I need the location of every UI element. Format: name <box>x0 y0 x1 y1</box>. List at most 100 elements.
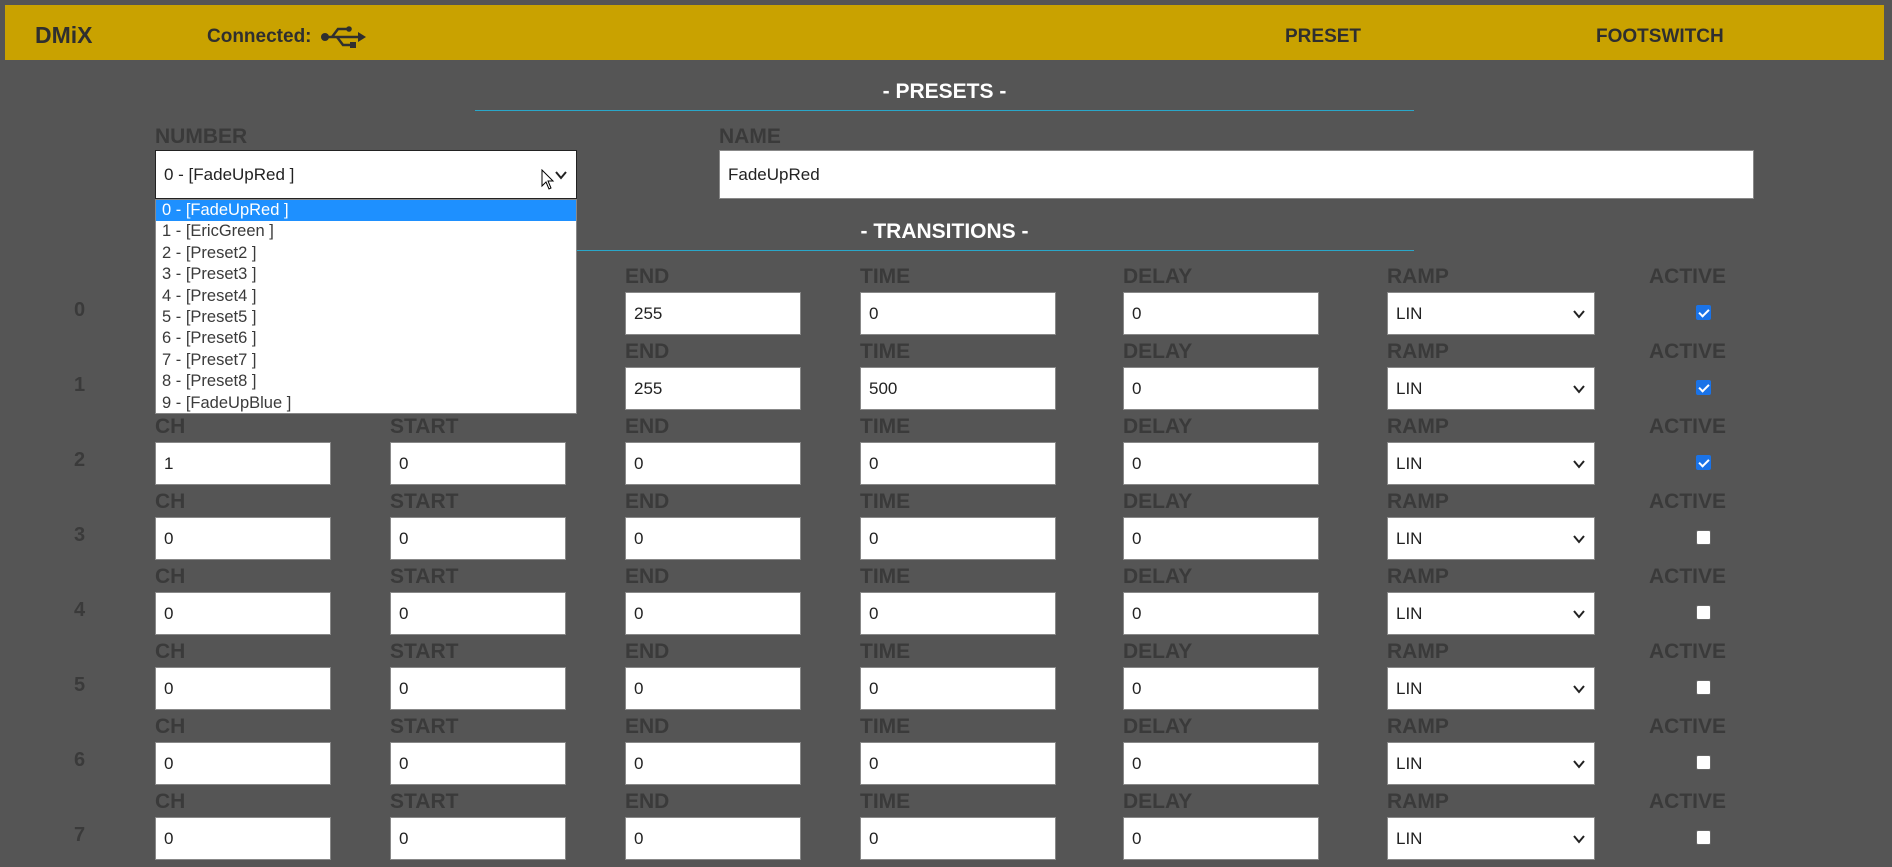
time-input[interactable]: 0 <box>860 742 1056 785</box>
active-checkbox[interactable] <box>1696 680 1711 695</box>
end-column-label: END <box>625 490 670 513</box>
ramp-column-label: RAMP <box>1387 565 1449 588</box>
delay-input[interactable]: 0 <box>1123 742 1319 785</box>
chevron-down-icon <box>1573 384 1585 394</box>
time-input[interactable]: 0 <box>860 517 1056 560</box>
delay-input[interactable]: 0 <box>1123 667 1319 710</box>
ramp-select[interactable]: LIN <box>1387 442 1595 485</box>
active-checkbox[interactable] <box>1696 755 1711 770</box>
row-number: 6 <box>74 749 86 771</box>
ramp-select[interactable]: LIN <box>1387 667 1595 710</box>
dropdown-option[interactable]: 6 - [Preset6 ] <box>156 328 576 349</box>
dropdown-option[interactable]: 2 - [Preset2 ] <box>156 243 576 264</box>
nav-footswitch[interactable]: FOOTSWITCH <box>1596 26 1724 48</box>
ch-input[interactable]: 0 <box>155 592 331 635</box>
active-column-label: ACTIVE <box>1649 265 1727 288</box>
delay-column-label: DELAY <box>1123 340 1193 363</box>
start-value: 0 <box>399 828 409 848</box>
ramp-select[interactable]: LIN <box>1387 742 1595 785</box>
end-value: 0 <box>634 678 644 698</box>
dropdown-option[interactable]: 0 - [FadeUpRed ] <box>156 200 576 222</box>
active-checkbox[interactable] <box>1696 605 1711 620</box>
ramp-value: LIN <box>1396 828 1423 848</box>
ramp-value: LIN <box>1396 453 1423 473</box>
ramp-value: LIN <box>1396 528 1423 548</box>
time-input[interactable]: 0 <box>860 442 1056 485</box>
ramp-select[interactable]: LIN <box>1387 517 1595 560</box>
dropdown-option[interactable]: 3 - [Preset3 ] <box>156 264 576 285</box>
active-column-label: ACTIVE <box>1649 790 1727 813</box>
end-input[interactable]: 0 <box>625 742 801 785</box>
ch-input[interactable]: 0 <box>155 667 331 710</box>
preset-number-dropdown[interactable]: 0 - [FadeUpRed ] 1 - [EricGreen ] 2 - [P… <box>155 199 577 414</box>
ramp-select[interactable]: LIN <box>1387 592 1595 635</box>
ch-input[interactable]: 0 <box>155 817 331 860</box>
connection-status: Connected: <box>207 26 366 48</box>
dropdown-option[interactable]: 9 - [FadeUpBlue ] <box>156 393 576 414</box>
start-input[interactable]: 0 <box>390 742 566 785</box>
end-input[interactable]: 0 <box>625 667 801 710</box>
end-input[interactable]: 0 <box>625 592 801 635</box>
time-input[interactable]: 0 <box>860 592 1056 635</box>
time-column-label: TIME <box>860 790 911 813</box>
delay-input[interactable]: 0 <box>1123 292 1319 335</box>
time-column-label: TIME <box>860 340 911 363</box>
end-input[interactable]: 0 <box>625 442 801 485</box>
delay-input[interactable]: 0 <box>1123 817 1319 860</box>
time-input[interactable]: 500 <box>860 367 1056 410</box>
active-checkbox[interactable] <box>1696 830 1711 845</box>
time-input[interactable]: 0 <box>860 817 1056 860</box>
time-input[interactable]: 0 <box>860 667 1056 710</box>
active-checkbox[interactable] <box>1696 380 1711 395</box>
delay-input[interactable]: 0 <box>1123 592 1319 635</box>
dropdown-option[interactable]: 5 - [Preset5 ] <box>156 307 576 328</box>
ramp-select[interactable]: LIN <box>1387 292 1595 335</box>
delay-input[interactable]: 0 <box>1123 517 1319 560</box>
end-column-label: END <box>625 790 670 813</box>
end-input[interactable]: 255 <box>625 292 801 335</box>
ch-value: 1 <box>164 453 174 473</box>
ramp-select[interactable]: LIN <box>1387 367 1595 410</box>
delay-input[interactable]: 0 <box>1123 442 1319 485</box>
preset-number-select[interactable]: 0 - [FadeUpRed ] <box>155 150 577 199</box>
start-input[interactable]: 0 <box>390 592 566 635</box>
chevron-down-icon <box>555 170 567 180</box>
active-checkbox[interactable] <box>1696 305 1711 320</box>
dropdown-option[interactable]: 8 - [Preset8 ] <box>156 371 576 392</box>
start-input[interactable]: 0 <box>390 817 566 860</box>
row-number: 1 <box>74 374 86 396</box>
delay-input[interactable]: 0 <box>1123 367 1319 410</box>
ch-input[interactable]: 1 <box>155 442 331 485</box>
ch-input[interactable]: 0 <box>155 742 331 785</box>
active-checkbox[interactable] <box>1696 455 1711 470</box>
start-value: 0 <box>399 528 409 548</box>
start-input[interactable]: 0 <box>390 667 566 710</box>
time-value: 0 <box>869 678 879 698</box>
ch-value: 0 <box>164 603 174 623</box>
ch-input[interactable]: 0 <box>155 517 331 560</box>
end-value: 0 <box>634 753 644 773</box>
active-checkbox[interactable] <box>1696 530 1711 545</box>
time-input[interactable]: 0 <box>860 292 1056 335</box>
preset-number-value: 0 - [FadeUpRed ] <box>164 164 295 184</box>
preset-name-input[interactable]: FadeUpRed <box>719 150 1754 199</box>
ch-column-label: CH <box>155 565 186 588</box>
ramp-value: LIN <box>1396 753 1423 773</box>
chevron-down-icon <box>1573 834 1585 844</box>
end-input[interactable]: 255 <box>625 367 801 410</box>
end-input[interactable]: 0 <box>625 817 801 860</box>
time-column-label: TIME <box>860 415 911 438</box>
ramp-column-label: RAMP <box>1387 490 1449 513</box>
ramp-column-label: RAMP <box>1387 415 1449 438</box>
time-column-label: TIME <box>860 640 911 663</box>
nav-preset[interactable]: PRESET <box>1285 26 1361 48</box>
brand-logo[interactable]: DMiX <box>35 22 93 49</box>
end-input[interactable]: 0 <box>625 517 801 560</box>
dropdown-option[interactable]: 4 - [Preset4 ] <box>156 286 576 307</box>
start-input[interactable]: 0 <box>390 442 566 485</box>
ramp-select[interactable]: LIN <box>1387 817 1595 860</box>
start-input[interactable]: 0 <box>390 517 566 560</box>
dropdown-option[interactable]: 7 - [Preset7 ] <box>156 350 576 371</box>
dropdown-option[interactable]: 1 - [EricGreen ] <box>156 221 576 242</box>
ramp-column-label: RAMP <box>1387 790 1449 813</box>
